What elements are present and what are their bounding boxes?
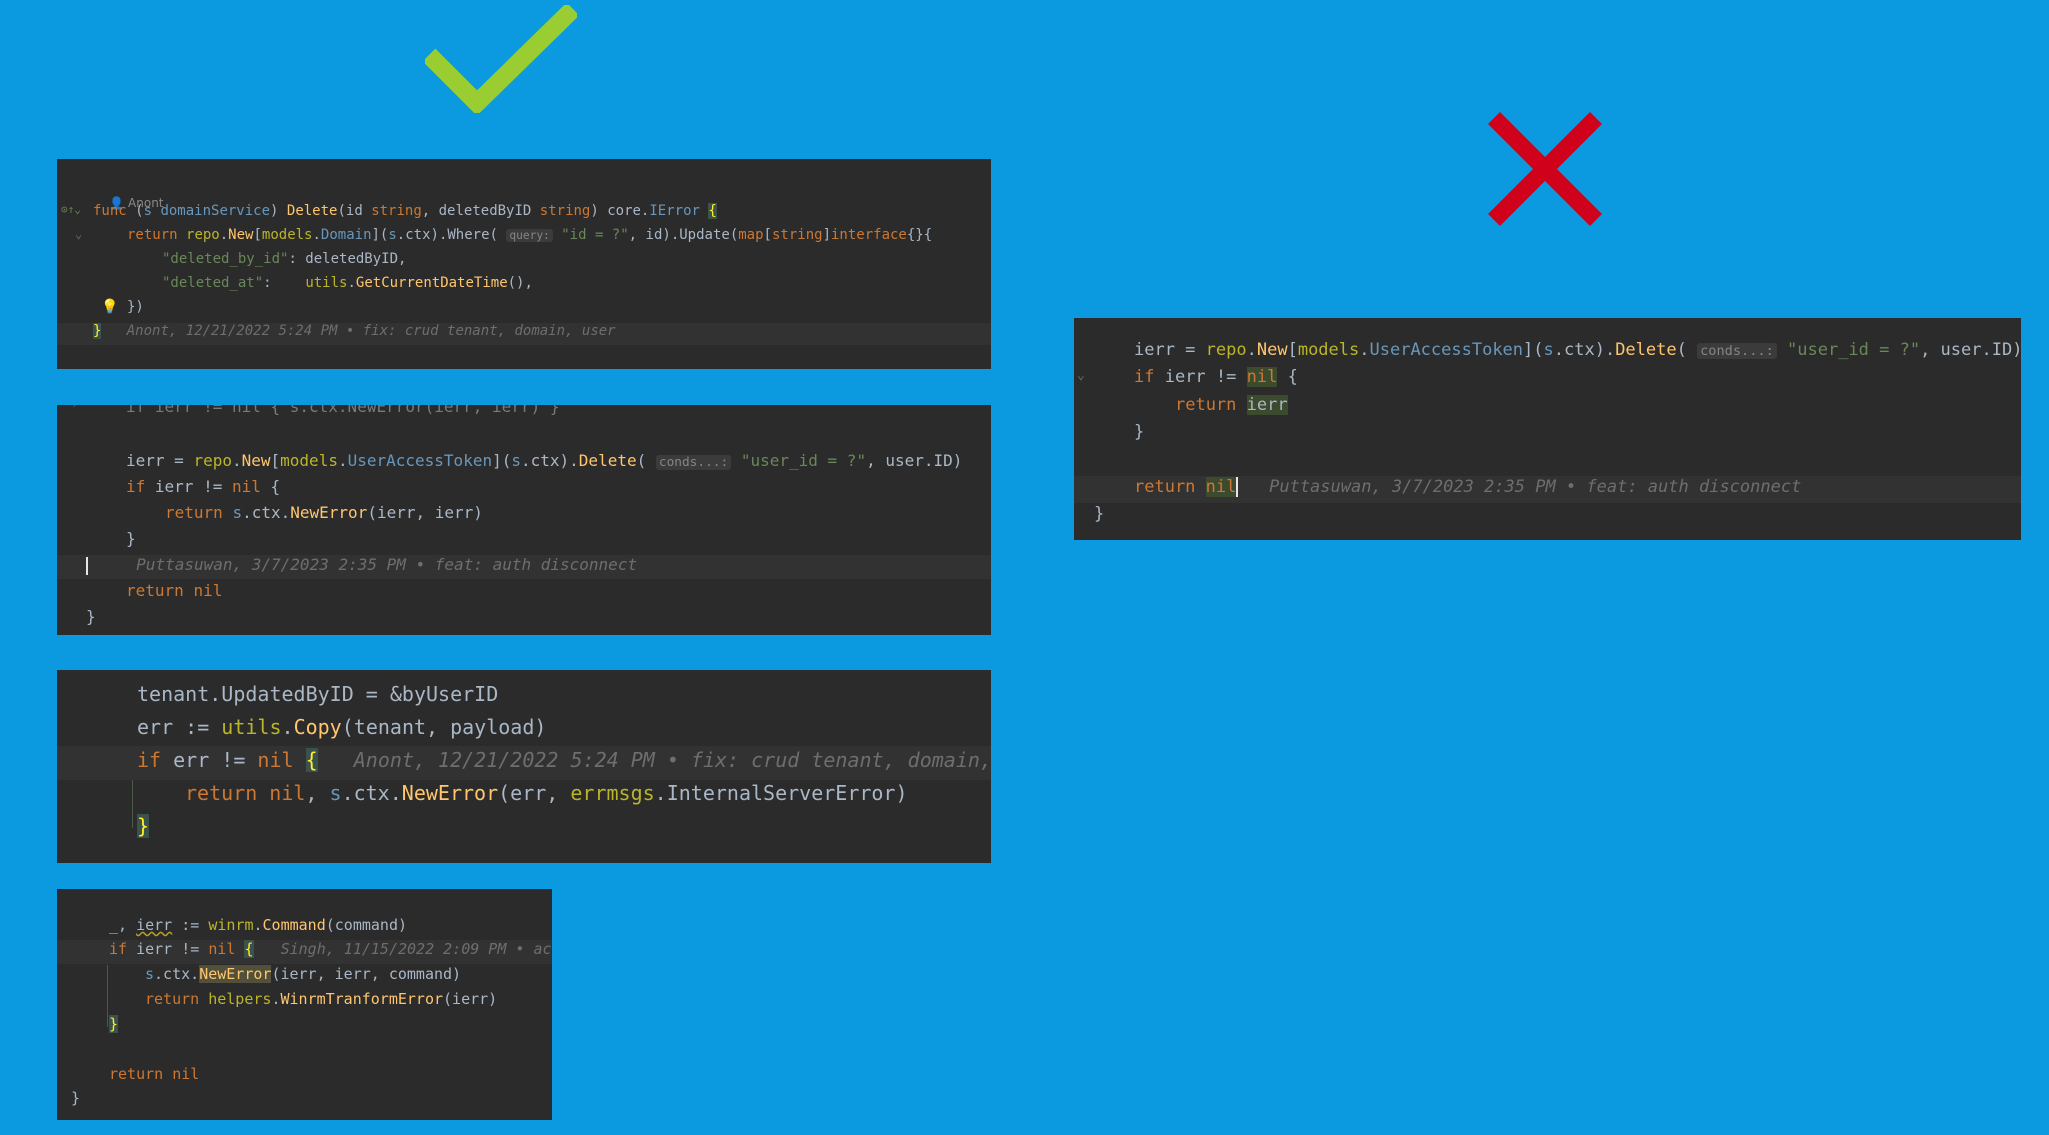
code-panel-tenant-copy: tenant.UpdatedByID = &byUserID err := ut… bbox=[57, 670, 991, 863]
code-panel-delete-domain: 👤 Anont ⊙↑⌄ func (s domainService) Delet… bbox=[57, 159, 991, 369]
fold-icon[interactable]: ⌄ bbox=[1077, 368, 1085, 383]
code-panel-wrong-example: ierr = repo.New[models.UserAccessToken](… bbox=[1074, 318, 2021, 540]
git-blame-annotation: Singh, 11/15/2022 2:09 PM • ac bbox=[280, 940, 552, 958]
folded-line: if ierr != nil { s.ctx.NewError(ierr, ie… bbox=[126, 405, 560, 416]
lightbulb-icon[interactable]: 💡 bbox=[101, 299, 118, 315]
git-blame-annotation: Anont, 12/21/2022 5:24 PM • fix: crud te… bbox=[126, 323, 616, 339]
git-blame-annotation: Puttasuwan, 3/7/2023 2:35 PM • feat: aut… bbox=[1269, 477, 1802, 497]
param-hint-conds: conds...: bbox=[655, 455, 732, 470]
param-hint-query: query: bbox=[506, 229, 553, 242]
code-panel-winrm: _, ierr := winrm.Command(command) if ier… bbox=[57, 889, 552, 1120]
code-panel-user-token-delete: › if ierr != nil { s.ctx.NewError(ierr, … bbox=[57, 405, 991, 635]
git-blame-annotation: Anont, 12/21/2022 5:24 PM • fix: crud te… bbox=[353, 748, 991, 772]
check-icon bbox=[425, 5, 577, 113]
fold-icon[interactable]: ⌄ bbox=[75, 227, 82, 241]
param-hint-conds: conds...: bbox=[1697, 343, 1777, 359]
git-blame-annotation: Puttasuwan, 3/7/2023 2:35 PM • feat: aut… bbox=[136, 555, 638, 574]
fold-collapsed-icon[interactable]: › bbox=[71, 405, 78, 411]
cross-icon bbox=[1488, 112, 1602, 226]
implement-marker-icon[interactable]: ⊙↑⌄ bbox=[61, 203, 81, 216]
